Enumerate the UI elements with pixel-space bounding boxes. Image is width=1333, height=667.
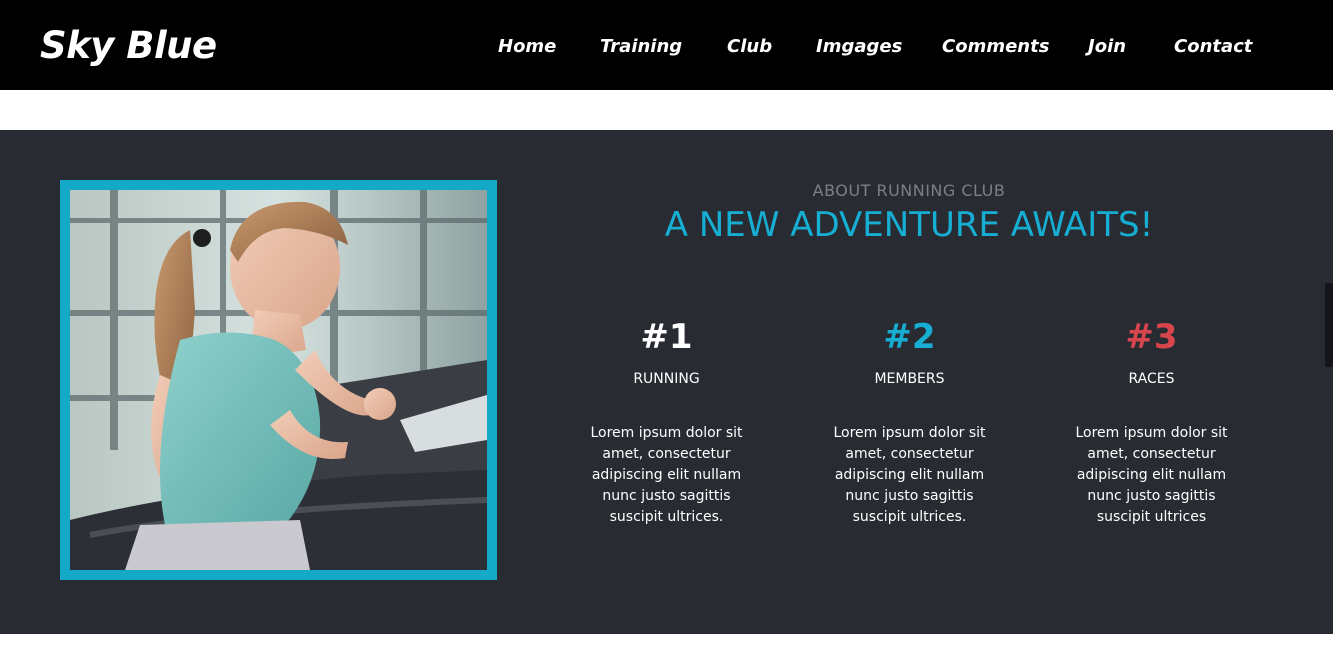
feature-label: MEMBERS (874, 371, 945, 387)
nav-link-contact[interactable]: Contact (1174, 34, 1252, 60)
photo-frame (60, 180, 497, 580)
feature-text: Lorem ipsum dolor sit amet, consectetur … (590, 425, 743, 525)
brand-logo[interactable]: Sky Blue (40, 24, 217, 68)
feature-label: RACES (1128, 371, 1175, 387)
page-scrollbar[interactable] (1325, 283, 1333, 367)
nav-link-comments[interactable]: Comments (942, 34, 1049, 60)
feature-members: #2 MEMBERS Lorem ipsum dolor sit amet, c… (788, 315, 1031, 528)
nav-link-join[interactable]: Join (1088, 34, 1126, 60)
feature-number: #3 (1125, 317, 1178, 357)
feature-text: Lorem ipsum dolor sit amet, consectetur … (833, 425, 986, 525)
feature-races: #3 RACES Lorem ipsum dolor sit amet, con… (1030, 315, 1273, 528)
section-headline: A NEW ADVENTURE AWAITS! (664, 205, 1154, 245)
nav-link-home[interactable]: Home (498, 34, 556, 60)
feature-label: RUNNING (633, 371, 700, 387)
runner-photo (70, 190, 487, 570)
feature-number: #1 (640, 317, 693, 357)
nav-link-training[interactable]: Training (600, 34, 682, 60)
nav-link-club[interactable]: Club (727, 34, 772, 60)
about-section: ABOUT RUNNING CLUB A NEW ADVENTURE AWAIT… (0, 130, 1333, 634)
section-eyebrow: ABOUT RUNNING CLUB (812, 181, 1006, 200)
feature-number: #2 (883, 317, 936, 357)
feature-running: #1 RUNNING Lorem ipsum dolor sit amet, c… (545, 315, 788, 528)
feature-text: Lorem ipsum dolor sit amet, consectetur … (1075, 425, 1228, 525)
top-navbar: Sky Blue Home Training Club Imgages Comm… (0, 0, 1333, 90)
nav-link-images[interactable]: Imgages (816, 34, 902, 60)
